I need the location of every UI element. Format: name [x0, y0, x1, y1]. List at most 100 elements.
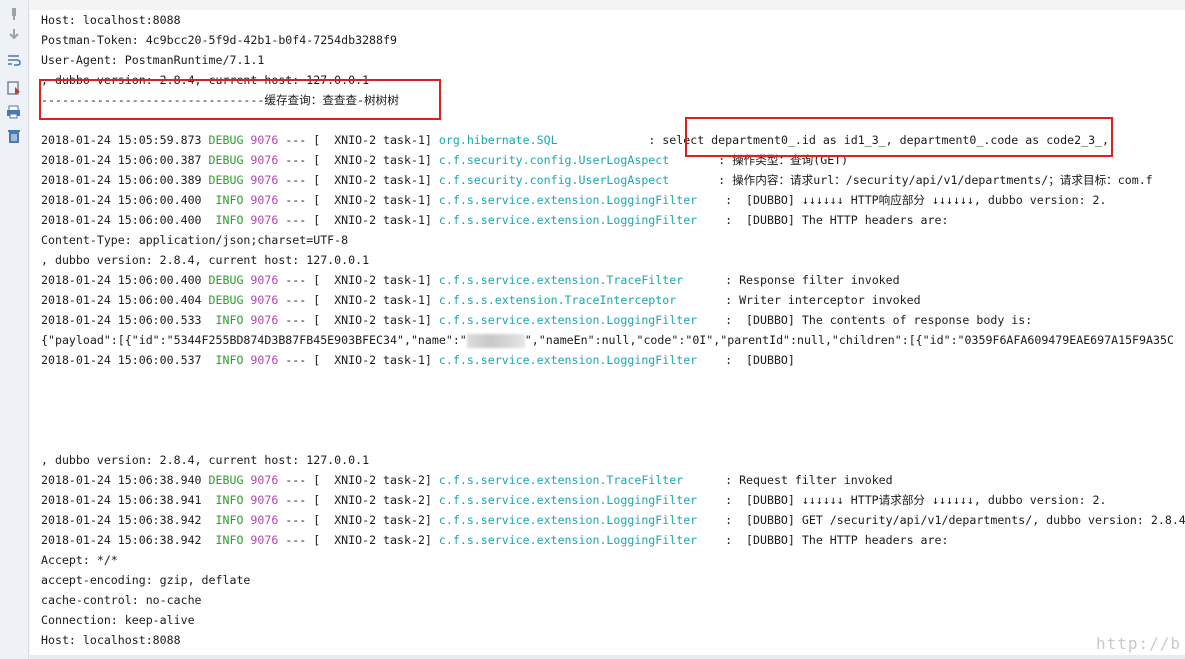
log-level: INFO [208, 533, 244, 547]
log-line: Content-Type: application/json;charset=U… [41, 230, 348, 250]
log-level: DEBUG [208, 173, 244, 187]
log-padding [558, 133, 649, 147]
log-level: INFO [208, 193, 244, 207]
log-text: , dubbo version: 2.8.4, current host: 12… [41, 453, 370, 467]
log-pid: 9076 [250, 293, 279, 307]
log-thread: --- [ XNIO-2 task-1] [285, 193, 432, 207]
log-pid: 9076 [250, 273, 279, 287]
log-padding [697, 213, 725, 227]
log-pid: 9076 [250, 173, 279, 187]
log-text: accept-encoding: gzip, deflate [41, 573, 251, 587]
log-pid: 9076 [250, 353, 279, 367]
log-padding [683, 273, 725, 287]
log-padding [697, 533, 725, 547]
pin-icon[interactable] [6, 6, 22, 22]
log-line: Accept: */* [41, 550, 118, 570]
log-padding [697, 513, 725, 527]
log-pid: 9076 [250, 133, 279, 147]
log-message: : [DUBBO] The HTTP headers are: [725, 533, 949, 547]
log-text: Host: localhost:8088 [41, 13, 181, 27]
log-level: DEBUG [208, 273, 244, 287]
highlight-box-cache-query [39, 79, 441, 120]
log-logger: c.f.s.s.extension.TraceInterceptor [438, 293, 677, 307]
log-text: Accept: */* [41, 553, 118, 567]
log-timestamp: 2018-01-24 15:06:00.533 [41, 313, 202, 327]
log-timestamp: 2018-01-24 15:06:00.400 [41, 193, 202, 207]
log-thread: --- [ XNIO-2 task-1] [285, 313, 432, 327]
log-level: DEBUG [208, 473, 244, 487]
log-padding [697, 493, 725, 507]
log-level: INFO [208, 213, 244, 227]
log-line: 2018-01-24 15:06:38.942 INFO 9076 --- [ … [41, 530, 948, 550]
log-padding [697, 313, 725, 327]
log-pid: 9076 [250, 213, 279, 227]
log-level: INFO [208, 313, 244, 327]
log-message: : [DUBBO] ↓↓↓↓↓↓ HTTP请求部分 ↓↓↓↓↓↓, dubbo … [725, 493, 1107, 507]
log-timestamp: 2018-01-24 15:06:00.389 [41, 173, 202, 187]
log-thread: --- [ XNIO-2 task-2] [285, 493, 432, 507]
log-text: User-Agent: PostmanRuntime/7.1.1 [41, 53, 265, 67]
log-logger: c.f.s.service.extension.LoggingFilter [438, 193, 698, 207]
log-line: 2018-01-24 15:06:00.389 DEBUG 9076 --- [… [41, 170, 1153, 190]
log-logger: org.hibernate.SQL [438, 133, 558, 147]
log-pid: 9076 [250, 493, 279, 507]
log-line: 2018-01-24 15:06:00.400 DEBUG 9076 --- [… [41, 270, 900, 290]
log-line: Connection: keep-alive [41, 610, 195, 630]
log-message: : Request filter invoked [725, 473, 893, 487]
log-message: : [DUBBO] ↓↓↓↓↓↓ HTTP响应部分 ↓↓↓↓↓↓, dubbo … [725, 193, 1107, 207]
log-line: , dubbo version: 2.8.4, current host: 12… [41, 450, 369, 470]
log-text: cache-control: no-cache [41, 593, 202, 607]
log-pid: 9076 [250, 473, 279, 487]
clear-icon[interactable] [6, 128, 22, 144]
console-output[interactable]: Host: localhost:8088 Postman-Token: 4c9bc… [30, 10, 1185, 655]
log-timestamp: 2018-01-24 15:06:00.387 [41, 153, 202, 167]
log-timestamp: 2018-01-24 15:06:00.404 [41, 293, 202, 307]
log-logger: c.f.s.service.extension.LoggingFilter [438, 533, 698, 547]
log-pid: 9076 [250, 193, 279, 207]
log-line: 2018-01-24 15:06:00.533 INFO 9076 --- [ … [41, 310, 1032, 330]
log-logger: c.f.s.service.extension.LoggingFilter [438, 493, 698, 507]
log-line: Postman-Token: 4c9bcc20-5f9d-42b1-b0f4-7… [41, 30, 397, 50]
log-text: Content-Type: application/json;charset=U… [41, 233, 349, 247]
log-line: 2018-01-24 15:06:00.400 INFO 9076 --- [ … [41, 210, 948, 230]
log-thread: --- [ XNIO-2 task-1] [285, 353, 432, 367]
log-thread: --- [ XNIO-2 task-1] [285, 173, 432, 187]
log-timestamp: 2018-01-24 15:06:38.940 [41, 473, 202, 487]
soft-wrap-icon[interactable] [6, 52, 22, 68]
log-line: 2018-01-24 15:06:00.404 DEBUG 9076 --- [… [41, 290, 921, 310]
log-timestamp: 2018-01-24 15:06:38.942 [41, 533, 202, 547]
log-text: Postman-Token: 4c9bcc20-5f9d-42b1-b0f4-7… [41, 33, 397, 47]
log-pid: 9076 [250, 533, 279, 547]
print-icon[interactable] [6, 104, 22, 120]
scroll-to-end-icon[interactable] [6, 80, 22, 96]
log-padding [697, 353, 725, 367]
log-pid: 9076 [250, 153, 279, 167]
log-thread: --- [ XNIO-2 task-2] [285, 533, 432, 547]
watermark: http://b [1095, 634, 1181, 653]
log-padding [676, 293, 725, 307]
log-thread: --- [ XNIO-2 task-1] [285, 133, 432, 147]
log-thread: --- [ XNIO-2 task-1] [285, 213, 432, 227]
redacted-name [466, 333, 525, 348]
down-arrow-icon[interactable] [6, 26, 22, 42]
log-level: DEBUG [208, 293, 244, 307]
log-message: : [DUBBO] GET /security/api/v1/departmen… [725, 513, 1185, 527]
log-text: Host: localhost:8088 [41, 633, 181, 647]
log-level: INFO [208, 493, 244, 507]
log-logger: c.f.s.service.extension.TraceFilter [438, 273, 684, 287]
log-line: Host: localhost:8088 [41, 630, 181, 650]
log-logger: c.f.s.service.extension.LoggingFilter [438, 353, 698, 367]
log-line: 2018-01-24 15:06:38.941 INFO 9076 --- [ … [41, 490, 1107, 510]
log-logger: c.f.s.service.extension.TraceFilter [438, 473, 684, 487]
log-padding [697, 193, 725, 207]
log-thread: --- [ XNIO-2 task-1] [285, 273, 432, 287]
log-level: INFO [208, 513, 244, 527]
log-line: 2018-01-24 15:06:00.400 INFO 9076 --- [ … [41, 190, 1107, 210]
log-timestamp: 2018-01-24 15:06:00.400 [41, 273, 202, 287]
log-json-start: {"payload":[{"id":"5344F255BD874D3B87FB4… [41, 333, 467, 347]
log-thread: --- [ XNIO-2 task-2] [285, 473, 432, 487]
log-level: DEBUG [208, 133, 244, 147]
log-text: Connection: keep-alive [41, 613, 195, 627]
log-line: , dubbo version: 2.8.4, current host: 12… [41, 250, 369, 270]
log-thread: --- [ XNIO-2 task-2] [285, 513, 432, 527]
